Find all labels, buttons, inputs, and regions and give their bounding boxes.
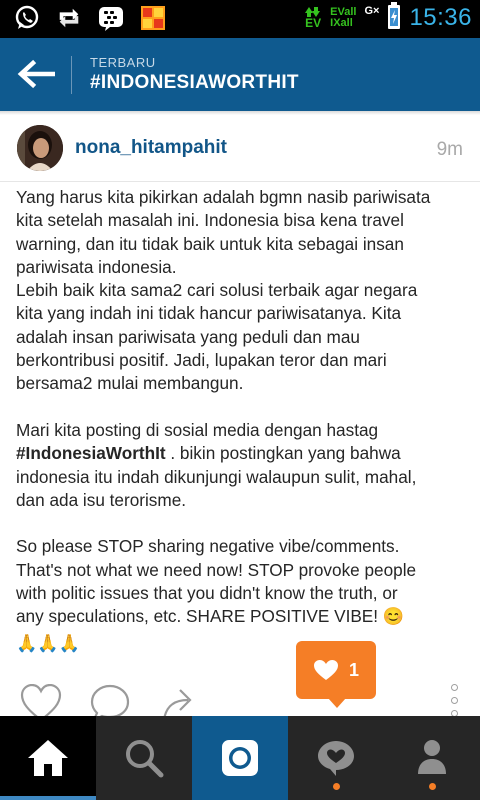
- nav-home[interactable]: [0, 716, 96, 800]
- username-link[interactable]: nona_hitampahit: [75, 137, 227, 159]
- caption-line: indonesia itu indah dikunjungi walaupun …: [16, 466, 417, 487]
- nav-search[interactable]: [96, 716, 192, 800]
- system-indicators: EV EVall IXall G× 15:36: [304, 2, 472, 34]
- caption-line: dan ada isu terorisme.: [16, 489, 187, 510]
- profile-icon: [418, 740, 446, 774]
- hashtag-link[interactable]: #IndonesiaWorthIt: [16, 443, 166, 463]
- app-header: TERBARU #INDONESIAWORTHIT: [0, 38, 480, 111]
- sim2-signal-label: IXall: [330, 17, 353, 29]
- whatsapp-icon: [14, 5, 40, 31]
- status-bar: EV EVall IXall G× 15:36: [0, 0, 480, 38]
- caption-line: Mari kita posting di sosial media dengan…: [16, 419, 379, 440]
- clock: 15:36: [409, 4, 472, 31]
- search-icon: [126, 740, 164, 778]
- page-title: #INDONESIAWORTHIT: [90, 72, 299, 93]
- nav-profile[interactable]: [384, 716, 480, 800]
- battery-icon: [387, 2, 401, 34]
- comment-icon[interactable]: [90, 684, 130, 716]
- nav-activity[interactable]: [288, 716, 384, 800]
- post-timestamp: 9m: [436, 139, 463, 160]
- back-button[interactable]: [8, 46, 64, 102]
- likes-count: 1: [348, 659, 359, 680]
- caption-line: pariwisata indonesia.: [16, 256, 177, 277]
- caption-line: warning, dan itu tidak baik untuk kita s…: [16, 233, 404, 254]
- profile-dot: [428, 783, 436, 790]
- post-actions: [0, 680, 480, 716]
- notification-icons: [14, 5, 166, 31]
- header-divider: [71, 56, 72, 94]
- signal-strength-icon: EVall IXall: [330, 7, 356, 29]
- more-icon[interactable]: [451, 684, 458, 716]
- bbm-icon: [98, 5, 124, 31]
- activity-icon: [318, 741, 354, 776]
- caption-line: So please STOP sharing negative vibe/com…: [16, 536, 400, 557]
- home-icon: [28, 740, 68, 776]
- caption-line: kita yang indah ini tidak hancur pariwis…: [16, 303, 402, 324]
- data-arrows-icon: EV: [304, 7, 322, 29]
- heart-icon[interactable]: [20, 683, 62, 716]
- caption-line: berkontribusi positif. Jadi, lupakan ter…: [16, 350, 387, 371]
- share-icon[interactable]: [160, 684, 200, 716]
- retweet-icon: [56, 5, 82, 31]
- post-caption: Yang harus kita pikirkan adalah bgmn nas…: [16, 186, 472, 655]
- photo-app-icon: [140, 5, 166, 31]
- network-type-label: EV: [305, 16, 322, 30]
- caption-line: any speculations, etc. SHARE POSITIVE VI…: [16, 606, 405, 627]
- header-shadow: [0, 111, 480, 115]
- caption-line: adalah insan pariwisata yang peduli dan …: [16, 326, 360, 347]
- header-subtitle: TERBARU: [90, 55, 156, 70]
- gprs-label: G×: [364, 5, 380, 17]
- caption-line: bersama2 mulai membangun.: [16, 373, 244, 394]
- activity-dot: [332, 783, 340, 790]
- caption-line: That's not what we need now! STOP provok…: [16, 559, 417, 580]
- caption-line: with politic issues that you didn't know…: [16, 583, 398, 604]
- caption-line: kita setelah masalah ini. Indonesia bisa…: [16, 210, 404, 231]
- bottom-navigation: [0, 716, 480, 800]
- caption-line: Yang harus kita pikirkan adalah bgmn nas…: [16, 187, 431, 207]
- likes-notification-bubble[interactable]: 1: [296, 641, 376, 708]
- caption-line-rest: . bikin postingkan yang bahwa: [165, 443, 401, 464]
- caption-emoji-line: 🙏🙏🙏: [16, 632, 81, 653]
- caption-line: Lebih baik kita sama2 cari solusi terbai…: [16, 280, 418, 301]
- heart-filled-icon: [313, 660, 338, 680]
- post-header: nona_hitampahit 9m: [0, 118, 480, 182]
- avatar[interactable]: [17, 125, 63, 171]
- caption-hashtag-line: #IndonesiaWorthIt . bikin postingkan yan…: [16, 442, 472, 465]
- back-arrow-icon: [17, 59, 55, 89]
- nav-camera[interactable]: [192, 716, 288, 800]
- camera-icon: [222, 740, 258, 776]
